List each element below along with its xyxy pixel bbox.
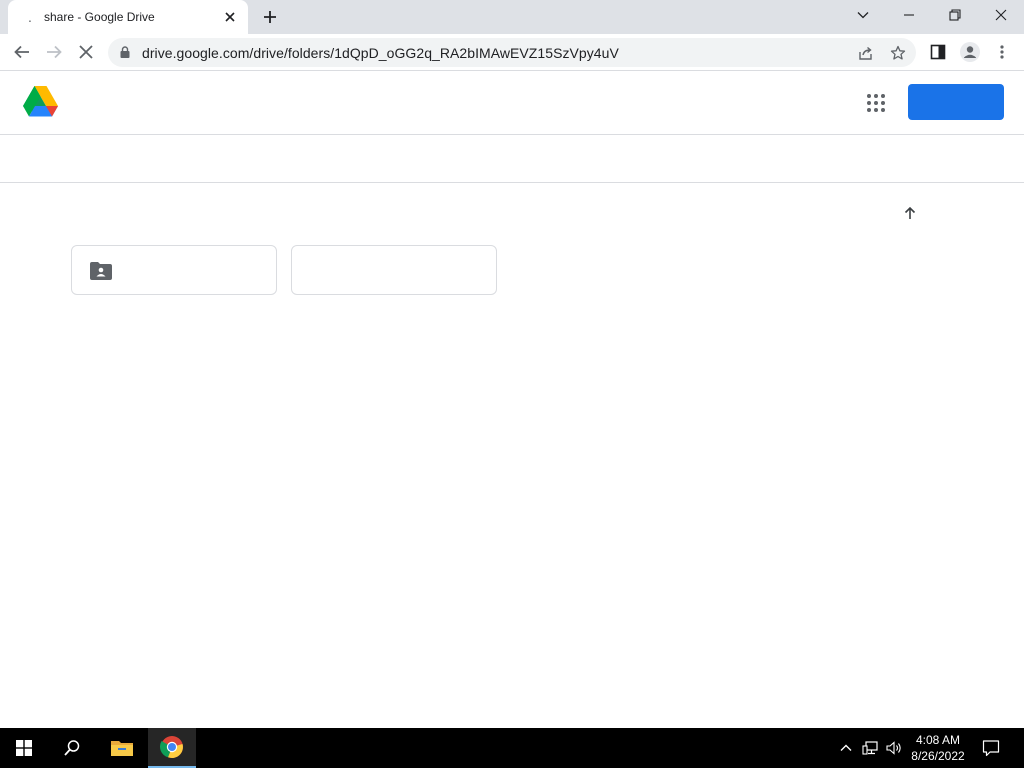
back-icon[interactable] xyxy=(10,40,34,64)
network-icon[interactable] xyxy=(862,740,878,756)
windows-taskbar: 4:08 AM 8/26/2022 xyxy=(0,728,1024,768)
sort-direction-arrow-up-icon[interactable] xyxy=(902,205,918,221)
sign-in-button[interactable] xyxy=(908,84,1004,120)
profile-icon[interactable] xyxy=(958,40,982,64)
clock-date: 8/26/2022 xyxy=(911,749,965,763)
clock-time: 4:08 AM xyxy=(915,733,961,747)
chrome-icon[interactable] xyxy=(148,728,196,768)
google-drive-logo[interactable] xyxy=(22,85,59,118)
window-close-icon[interactable] xyxy=(978,0,1024,30)
folder-card[interactable] xyxy=(291,245,497,295)
minimize-icon[interactable] xyxy=(886,0,932,30)
tab-search-chevron-down-icon[interactable] xyxy=(840,0,886,30)
drive-header xyxy=(0,71,1024,135)
side-panel-icon[interactable] xyxy=(926,40,950,64)
chevron-up-icon[interactable] xyxy=(838,740,854,756)
folder-card[interactable] xyxy=(71,245,277,295)
system-clock[interactable]: 4:08 AM 8/26/2022 xyxy=(904,732,972,764)
stop-loading-icon[interactable] xyxy=(74,40,98,64)
drive-toolbar xyxy=(0,135,1024,183)
lock-icon[interactable] xyxy=(120,46,130,58)
new-tab-button[interactable] xyxy=(258,7,282,27)
file-explorer-icon[interactable] xyxy=(98,728,146,768)
star-icon[interactable] xyxy=(888,43,908,63)
shared-folder-icon xyxy=(90,262,112,280)
forward-icon[interactable] xyxy=(42,40,66,64)
windows-start-icon[interactable] xyxy=(0,728,48,768)
address-bar[interactable]: drive.google.com/drive/folders/1dQpD_oGG… xyxy=(108,38,916,67)
restore-icon[interactable] xyxy=(932,0,978,30)
tab-title: share - Google Drive xyxy=(44,10,155,24)
apps-grid-icon[interactable] xyxy=(866,93,886,113)
browser-tab-active[interactable]: . share - Google Drive xyxy=(8,0,248,34)
chrome-menu-icon[interactable] xyxy=(990,40,1014,64)
share-icon[interactable] xyxy=(856,43,876,63)
notifications-icon[interactable] xyxy=(982,739,1000,757)
search-icon[interactable] xyxy=(48,728,96,768)
tab-favicon: . xyxy=(28,9,32,25)
browser-tab-strip: . share - Google Drive xyxy=(0,0,1024,34)
volume-icon[interactable] xyxy=(886,740,902,756)
address-url[interactable]: drive.google.com/drive/folders/1dQpD_oGG… xyxy=(142,45,619,61)
tab-close-icon[interactable] xyxy=(222,9,238,25)
browser-toolbar: drive.google.com/drive/folders/1dQpD_oGG… xyxy=(0,34,1024,71)
